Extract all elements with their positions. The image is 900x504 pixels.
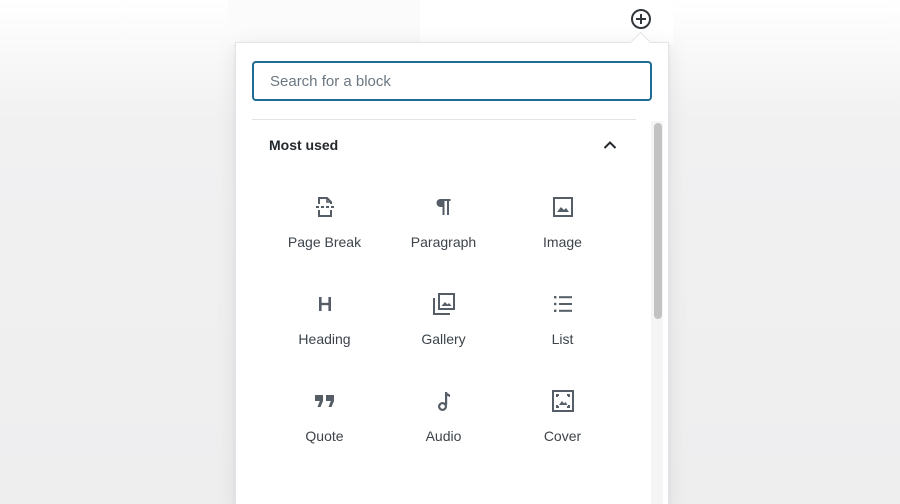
- plus-circle-icon: [629, 7, 653, 31]
- list-icon: [551, 292, 575, 316]
- paragraph-icon: [432, 195, 456, 219]
- block-label: Audio: [425, 428, 462, 444]
- block-item-image[interactable]: Image: [503, 183, 622, 280]
- block-item-page-break[interactable]: Page Break: [265, 183, 384, 280]
- block-item-cover[interactable]: Cover: [503, 377, 622, 474]
- scrollbar-thumb[interactable]: [654, 123, 662, 319]
- block-label: Heading: [298, 331, 351, 347]
- block-search-input[interactable]: [254, 63, 650, 99]
- block-inserter-popover: Most used Page Break: [235, 42, 669, 504]
- editor-header-left: [228, 0, 420, 44]
- page-break-icon: [313, 195, 337, 219]
- heading-icon: [313, 292, 337, 316]
- block-item-gallery[interactable]: Gallery: [384, 280, 503, 377]
- block-item-audio[interactable]: Audio: [384, 377, 503, 474]
- chevron-up-icon: [598, 133, 622, 157]
- search-field[interactable]: [252, 61, 652, 101]
- audio-icon: [432, 389, 456, 413]
- block-label: Paragraph: [410, 234, 477, 250]
- block-label: Gallery: [421, 331, 466, 347]
- quote-icon: [313, 389, 337, 413]
- block-label: Cover: [543, 428, 582, 444]
- block-item-paragraph[interactable]: Paragraph: [384, 183, 503, 280]
- image-icon: [551, 195, 575, 219]
- panel-title: Most used: [269, 137, 339, 153]
- block-inserter-toggle-button[interactable]: [628, 6, 654, 32]
- editor-canvas: Most used Page Break: [0, 0, 900, 504]
- cover-icon: [551, 389, 575, 413]
- most-used-panel-toggle[interactable]: Most used: [252, 127, 636, 163]
- block-grid: Page Break Paragraph Image Heading Galle…: [265, 183, 625, 474]
- block-label: List: [551, 331, 574, 347]
- block-item-list[interactable]: List: [503, 280, 622, 377]
- block-item-heading[interactable]: Heading: [265, 280, 384, 377]
- divider: [252, 119, 636, 120]
- gallery-icon: [432, 292, 456, 316]
- block-label: Quote: [305, 428, 344, 444]
- block-label: Page Break: [287, 234, 362, 250]
- block-item-quote[interactable]: Quote: [265, 377, 384, 474]
- block-label: Image: [543, 234, 582, 250]
